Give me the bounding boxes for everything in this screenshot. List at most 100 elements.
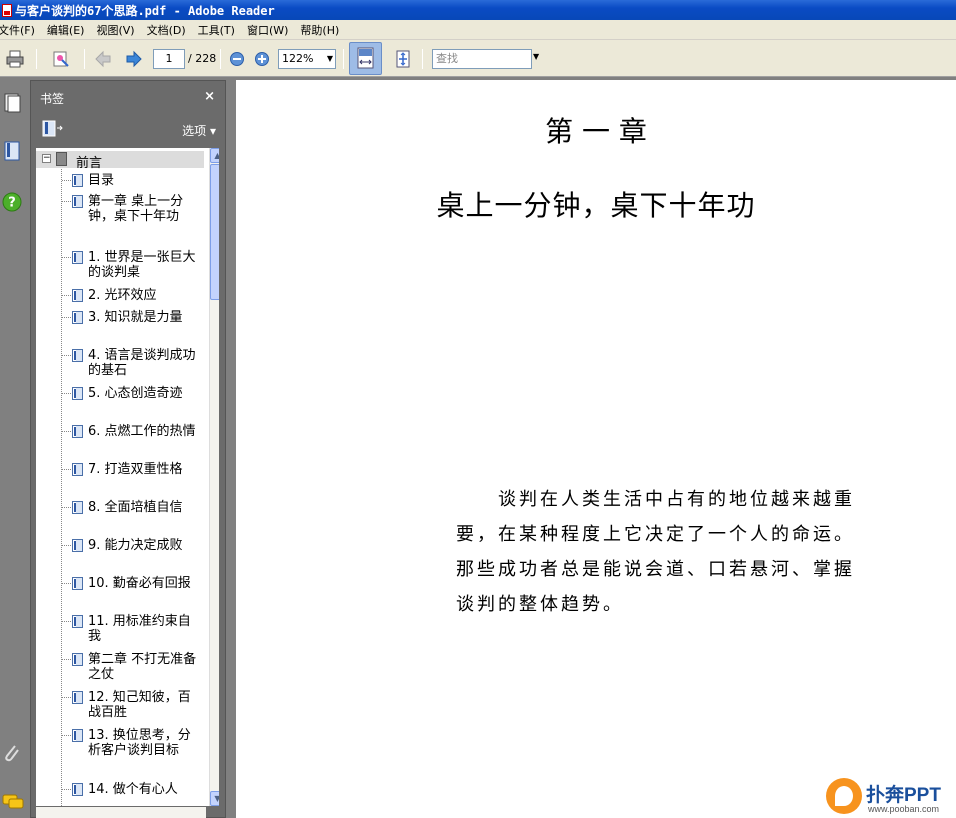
bookmark-icon: [72, 615, 83, 628]
bookmark-icon: [72, 577, 83, 590]
previous-page-icon[interactable]: [92, 48, 114, 70]
pages-panel-icon[interactable]: [2, 92, 22, 114]
bookmark-icon: [72, 653, 83, 666]
bookmark-label: 7. 打造双重性格: [88, 462, 183, 477]
fit-page-icon[interactable]: [392, 48, 414, 70]
bookmark-icon: [72, 729, 83, 742]
menu-edit[interactable]: 编辑(E): [47, 22, 91, 38]
bookmark-icon: [72, 783, 83, 796]
bookmarks-horizontal-scrollbar[interactable]: [36, 807, 206, 818]
bookmarks-scrollbar[interactable]: ▲ ▼: [209, 148, 219, 806]
print-icon[interactable]: [4, 48, 26, 70]
next-page-icon[interactable]: [123, 48, 145, 70]
bookmark-label: 9. 能力决定成败: [88, 538, 183, 553]
chapter-number: 第 一 章: [545, 115, 647, 148]
bookmarks-panel-header: 书签 ×: [31, 81, 225, 113]
bookmarks-panel-icon[interactable]: [2, 140, 22, 162]
bookmark-icon: [72, 463, 83, 476]
bookmark-label: 14. 做个有心人: [88, 782, 178, 797]
menu-file[interactable]: 文件(F): [0, 22, 41, 38]
pdf-page: 第 一 章 桌上一分钟，桌下十年功 谈判在人类生活中占有的地位越来越重要，在某种…: [236, 80, 956, 818]
page-total-label: / 228: [188, 52, 217, 65]
snapshot-tool-icon[interactable]: [50, 48, 72, 70]
bookmark-item[interactable]: 6. 点燃工作的热情: [36, 424, 204, 456]
chapter-title: 桌上一分钟，桌下十年功: [436, 189, 756, 222]
bookmark-icon: [72, 251, 83, 264]
bookmark-label: 8. 全面培植自信: [88, 500, 183, 515]
bookmark-icon: [56, 152, 67, 166]
toolbar-separator: [36, 49, 37, 69]
bookmark-icon: [72, 195, 83, 208]
menu-window[interactable]: 窗口(W): [247, 22, 294, 38]
bookmark-label: 12. 知己知彼，百战百胜: [88, 690, 191, 720]
bookmark-icon: [72, 425, 83, 438]
bookmark-item[interactable]: 10. 勤奋必有回报: [36, 576, 204, 608]
menu-tools[interactable]: 工具(T): [198, 22, 241, 38]
bookmark-item[interactable]: 5. 心态创造奇迹: [36, 386, 204, 418]
menu-view[interactable]: 视图(V): [96, 22, 140, 38]
bookmark-item[interactable]: 7. 打造双重性格: [36, 462, 204, 494]
navigation-pane-strip: ?: [0, 78, 30, 818]
bookmark-label: 6. 点燃工作的热情: [88, 424, 196, 439]
title-bar: 与客户谈判的67个思路.pdf - Adobe Reader: [0, 0, 956, 20]
pdf-document-icon: [2, 3, 12, 17]
bookmark-label: 11. 用标准约束自我: [88, 614, 191, 644]
bookmark-item[interactable]: 11. 用标准约束自我: [36, 614, 204, 646]
scroll-up-icon[interactable]: ▲: [210, 148, 219, 163]
comments-icon[interactable]: [2, 792, 24, 814]
bookmark-icon: [72, 289, 83, 302]
toolbar-separator: [220, 49, 221, 69]
bookmark-item[interactable]: 1. 世界是一张巨大的谈判桌: [36, 250, 204, 282]
bookmark-label: 10. 勤奋必有回报: [88, 576, 191, 591]
bookmark-label: 5. 心态创造奇迹: [88, 386, 183, 401]
bookmark-item[interactable]: 2. 光环效应: [36, 288, 204, 304]
window-title: 与客户谈判的67个思路.pdf - Adobe Reader: [15, 3, 275, 18]
bookmark-label: 4. 语言是谈判成功的基石: [88, 348, 196, 378]
bookmark-root-item[interactable]: − 前言: [36, 151, 204, 171]
bookmark-icon: [72, 174, 83, 187]
toolbar: 1 / 228 122% ▼ 查找 ▼: [0, 40, 956, 77]
bookmark-item[interactable]: 第二章 不打无准备之仗: [36, 652, 204, 684]
zoom-out-icon[interactable]: [228, 50, 246, 68]
bookmarks-panel-title: 书签: [40, 92, 65, 106]
chevron-down-icon[interactable]: ▼: [327, 50, 333, 68]
find-options-chevron-icon[interactable]: ▼: [533, 52, 539, 61]
bookmark-label: 1. 世界是一张巨大的谈判桌: [88, 250, 196, 280]
body-paragraph: 谈判在人类生活中占有的地位越来越重要，在某种程度上它决定了一个人的命运。那些成功…: [456, 489, 855, 615]
bookmark-label: 2. 光环效应: [88, 288, 157, 303]
bookmark-item[interactable]: 13. 换位思考，分析客户谈判目标: [36, 728, 204, 776]
bookmark-item[interactable]: 8. 全面培植自信: [36, 500, 204, 532]
bookmark-icon: [72, 387, 83, 400]
bookmark-item[interactable]: 14. 做个有心人: [36, 782, 204, 798]
bookmark-item[interactable]: 3. 知识就是力量: [36, 310, 204, 342]
zoom-level-select[interactable]: 122% ▼: [278, 49, 336, 69]
attachments-paperclip-icon[interactable]: [2, 742, 22, 764]
svg-text:?: ?: [8, 196, 16, 211]
bookmark-label: 第二章 不打无准备之仗: [88, 652, 197, 682]
brand-logo-icon: [826, 778, 862, 814]
zoom-in-icon[interactable]: [253, 50, 271, 68]
fit-width-button[interactable]: [349, 42, 382, 75]
toolbar-separator: [84, 49, 85, 69]
scroll-down-icon[interactable]: ▼: [210, 791, 219, 806]
bookmark-root-label: 前言: [76, 156, 103, 171]
help-icon[interactable]: ?: [2, 192, 22, 214]
bookmark-icon: [72, 691, 83, 704]
collapse-icon[interactable]: −: [42, 154, 51, 163]
menu-help[interactable]: 帮助(H): [300, 22, 345, 38]
bookmark-label: 3. 知识就是力量: [88, 310, 183, 325]
menu-document[interactable]: 文档(D): [147, 22, 192, 38]
bookmark-label: 13. 换位思考，分析客户谈判目标: [88, 728, 191, 758]
bookmark-icon: [72, 501, 83, 514]
close-icon[interactable]: ×: [204, 89, 215, 104]
toolbar-separator: [343, 49, 344, 69]
new-bookmark-icon[interactable]: [42, 120, 64, 141]
bookmark-item[interactable]: 4. 语言是谈判成功的基石: [36, 348, 204, 380]
fit-width-icon: [357, 47, 374, 69]
watermark-brand: 扑奔PPT: [866, 785, 941, 806]
find-input[interactable]: 查找: [432, 49, 532, 69]
bookmark-icon: [72, 311, 83, 324]
bookmark-item[interactable]: 12. 知己知彼，百战百胜: [36, 690, 204, 722]
page-number-input[interactable]: 1: [153, 49, 185, 69]
bookmark-item[interactable]: 9. 能力决定成败: [36, 538, 204, 570]
